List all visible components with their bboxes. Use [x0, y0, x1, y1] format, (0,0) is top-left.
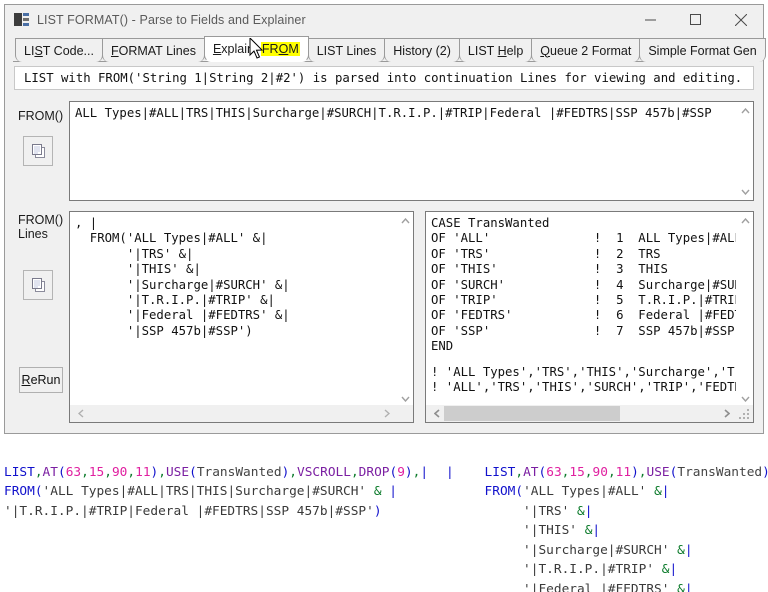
tab-list-help[interactable]: LIST Help: [458, 38, 533, 62]
from-lines-pane[interactable]: , | FROM('ALL Types|#ALL' &| '|TRS' &| '…: [69, 211, 414, 423]
scroll-left-icon[interactable]: [428, 405, 445, 422]
from-field-pane[interactable]: ALL Types|#ALL|TRS|THIS|Surcharge|#SURCH…: [69, 101, 754, 201]
code-line: '|Surcharge|#SURCH' &|: [523, 542, 693, 558]
from-field-label: FROM(): [18, 109, 64, 123]
bottom-left-code: LIST,AT(63,15,90,11),USE(TransWanted),VS…: [4, 443, 444, 541]
from-lines-vscrollbar[interactable]: [396, 212, 413, 407]
tab-strip: LIST Code... FORMAT Lines Explain FROM L…: [5, 34, 766, 62]
scroll-up-icon[interactable]: [737, 102, 753, 119]
window-controls: [628, 5, 763, 34]
from-field-vscrollbar[interactable]: [736, 102, 753, 200]
case-pane[interactable]: CASE TransWanted OF 'ALL' ! 1 ALL Types|…: [425, 211, 754, 423]
tab-label: FORMAT Lines: [110, 43, 196, 58]
code-line: FROM('ALL Types|#ALL' &|: [484, 484, 670, 499]
from-lines-label-2: Lines: [18, 227, 48, 241]
case-comment-1: ! 'ALL Types','TRS','THIS','Surcharge','…: [431, 364, 754, 379]
minimize-icon[interactable]: [628, 5, 673, 34]
code-line: '|THIS' &|: [523, 523, 601, 538]
code-line: | LIST,AT(63,15,90,11),USE(TransWanted): [446, 464, 768, 480]
code-line: FROM('ALL Types|#ALL|TRS|THIS|Surcharge|…: [4, 484, 398, 499]
code-line: '|T.R.I.P.|#TRIP' &|: [523, 562, 678, 577]
scroll-right-icon[interactable]: [718, 405, 735, 422]
case-hscrollbar[interactable]: [426, 405, 753, 422]
maximize-icon[interactable]: [673, 5, 718, 34]
tab-label: History (2): [393, 43, 451, 58]
close-icon[interactable]: [718, 5, 763, 34]
tab-label: Simple Format Gen: [648, 43, 757, 58]
tab-label: Queue 2 Format: [540, 43, 632, 58]
tab-list-code[interactable]: LIST Code...: [15, 38, 103, 62]
tab-label: LIST Lines: [316, 43, 377, 58]
from-lines-label-1: FROM(): [18, 213, 64, 227]
code-line: '|TRS' &|: [523, 503, 593, 519]
tab-list-lines[interactable]: LIST Lines: [307, 38, 386, 62]
rerun-button[interactable]: ReRun: [19, 367, 63, 393]
info-bar: LIST with FROM('String 1|String 2|#2') i…: [14, 66, 754, 90]
tab-label: LIST Help: [467, 43, 524, 58]
scroll-left-icon[interactable]: [72, 405, 89, 422]
code-line: LIST,AT(63,15,90,11),USE(TransWanted),VS…: [4, 464, 429, 480]
copy-icon: [31, 277, 45, 292]
from-lines-hscrollbar[interactable]: [70, 405, 413, 422]
tab-label: Explain FROM: [212, 42, 300, 56]
copy-from-button[interactable]: [23, 136, 53, 166]
rerun-label: ReRun: [21, 373, 61, 387]
from-field-value: ALL Types|#ALL|TRS|THIS|Surcharge|#SURCH…: [75, 106, 712, 120]
bottom-right-code: | LIST,AT(63,15,90,11),USE(TransWanted) …: [446, 443, 768, 592]
scroll-right-icon[interactable]: [378, 405, 395, 422]
tab-label: LIST Code...: [24, 43, 94, 58]
copy-icon: [31, 143, 45, 158]
code-line: '|T.R.I.P.|#TRIP|Federal |#FEDTRS|SSP 45…: [4, 503, 382, 519]
tab-queue-2-format[interactable]: Queue 2 Format: [531, 38, 641, 62]
case-text: CASE TransWanted OF 'ALL' ! 1 ALL Types|…: [431, 216, 754, 354]
window-title: LIST FORMAT() - Parse to Fields and Expl…: [37, 12, 306, 27]
list-format-icon: [14, 12, 30, 28]
case-comment-2: ! 'ALL','TRS','THIS','SURCH','TRIP','FED…: [431, 380, 754, 395]
copy-from-lines-button[interactable]: [23, 270, 53, 300]
scroll-up-icon[interactable]: [397, 212, 413, 229]
scroll-down-icon[interactable]: [737, 183, 753, 200]
app-root: LIST FORMAT() - Parse to Fields and Expl…: [0, 0, 768, 592]
tab-format-lines[interactable]: FORMAT Lines: [101, 38, 205, 62]
scroll-up-icon[interactable]: [737, 212, 753, 229]
resize-grip-icon[interactable]: [737, 407, 751, 421]
case-vscrollbar[interactable]: [736, 212, 753, 407]
tab-history[interactable]: History (2): [384, 38, 460, 62]
code-line: '|Federal |#FEDTRS' &|: [523, 581, 693, 592]
main-window: LIST FORMAT() - Parse to Fields and Expl…: [4, 4, 766, 434]
tab-simple-format-gen[interactable]: Simple Format Gen: [639, 38, 766, 62]
from-lines-text: , | FROM('ALL Types|#ALL' &| '|TRS' &| '…: [75, 216, 290, 338]
tab-explain-from[interactable]: Explain FROM: [203, 36, 309, 62]
case-hscroll-thumb[interactable]: [444, 406, 620, 421]
title-bar: LIST FORMAT() - Parse to Fields and Expl…: [5, 5, 763, 34]
